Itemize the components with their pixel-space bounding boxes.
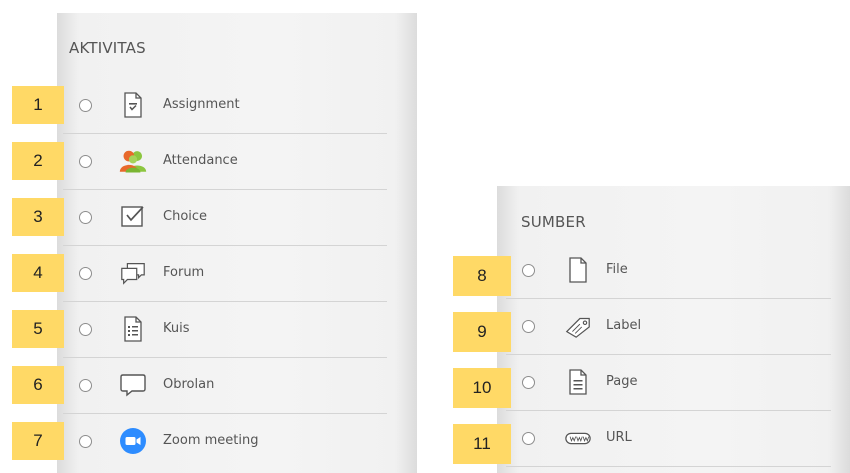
assignment-label[interactable]: Assignment — [163, 97, 240, 112]
attendance-icon — [119, 147, 147, 175]
number-badge: 4 — [12, 254, 64, 292]
assignment-radio[interactable] — [79, 99, 92, 112]
number-badge: 9 — [453, 312, 511, 352]
url-label[interactable]: URL — [606, 430, 632, 445]
number-badge: 5 — [12, 310, 64, 348]
activity-option-forum[interactable]: Forum — [63, 246, 387, 302]
activity-option-choice[interactable]: Choice — [63, 190, 387, 246]
kuis-radio[interactable] — [79, 323, 92, 336]
resource-option-label[interactable]: Label — [506, 299, 831, 355]
zoom-meeting-label[interactable]: Zoom meeting — [163, 433, 258, 448]
number-badge: 1 — [12, 86, 64, 124]
number-badge: 7 — [12, 422, 64, 460]
quiz-icon — [119, 315, 147, 343]
number-badge: 3 — [12, 198, 64, 236]
activity-option-assignment[interactable]: Assignment — [63, 78, 387, 134]
choice-radio[interactable] — [79, 211, 92, 224]
file-label[interactable]: File — [606, 262, 628, 277]
page-icon — [564, 368, 592, 396]
page-radio[interactable] — [522, 376, 535, 389]
forum-icon — [119, 259, 147, 287]
choice-label[interactable]: Choice — [163, 209, 207, 224]
resources-heading: SUMBER — [521, 213, 586, 231]
activity-option-kuis[interactable]: Kuis — [63, 302, 387, 358]
activity-option-obrolan[interactable]: Obrolan — [63, 358, 387, 414]
choice-icon — [119, 203, 147, 231]
zoom-icon — [119, 427, 147, 455]
zoom-meeting-radio[interactable] — [79, 435, 92, 448]
label-tag-icon — [564, 312, 592, 340]
activities-heading: AKTIVITAS — [69, 39, 146, 57]
resource-option-file[interactable]: File — [506, 243, 831, 299]
label-label[interactable]: Label — [606, 318, 641, 333]
resource-option-url[interactable]: URL — [506, 411, 831, 467]
number-badge: 8 — [453, 256, 511, 296]
number-badge: 11 — [453, 424, 511, 464]
label-radio[interactable] — [522, 320, 535, 333]
resource-option-page[interactable]: Page — [506, 355, 831, 411]
activity-option-attendance[interactable]: Attendance — [63, 134, 387, 190]
number-badge: 2 — [12, 142, 64, 180]
forum-radio[interactable] — [79, 267, 92, 280]
obrolan-label[interactable]: Obrolan — [163, 377, 214, 392]
number-badge: 6 — [12, 366, 64, 404]
file-icon — [564, 256, 592, 284]
attendance-label[interactable]: Attendance — [163, 153, 238, 168]
activity-option-zoom-meeting[interactable]: Zoom meeting — [63, 414, 387, 470]
attendance-radio[interactable] — [79, 155, 92, 168]
number-badge: 10 — [453, 368, 511, 408]
kuis-label[interactable]: Kuis — [163, 321, 190, 336]
url-icon — [564, 424, 592, 452]
forum-label[interactable]: Forum — [163, 265, 204, 280]
chat-icon — [119, 371, 147, 399]
url-radio[interactable] — [522, 432, 535, 445]
activities-panel: AKTIVITAS Assignment Attendance Choice F… — [57, 13, 417, 473]
assignment-icon — [119, 91, 147, 119]
page-label[interactable]: Page — [606, 374, 637, 389]
obrolan-radio[interactable] — [79, 379, 92, 392]
resources-panel: SUMBER File Label Page URL — [497, 186, 850, 473]
file-radio[interactable] — [522, 264, 535, 277]
